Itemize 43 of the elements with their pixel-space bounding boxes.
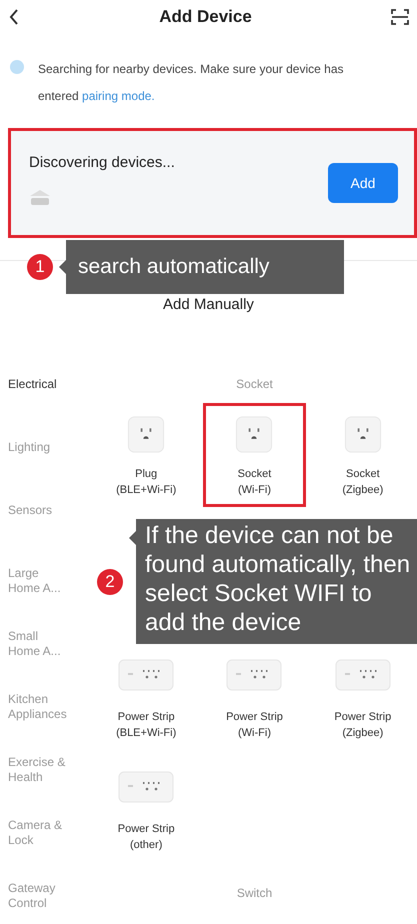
device-name: Power Strip (BLE+Wi-Fi) <box>116 710 176 741</box>
power-strip-icon <box>118 771 174 803</box>
power-strip-icon <box>226 659 282 691</box>
step-number-badge: 2 <box>97 568 123 594</box>
category-item[interactable]: Camera & Lock <box>8 818 78 881</box>
callout-text: If the device can not be found automatically, then select Socket WIFI to add the device <box>129 519 417 644</box>
callout-text: search automatically <box>59 240 344 294</box>
category-heading: Switch <box>236 886 274 902</box>
device-name: Power Strip (Zigbee) <box>334 710 392 741</box>
device-tile[interactable]: Power Strip (Zigbee) <box>312 656 414 756</box>
category-item[interactable]: Small Home A... <box>8 629 78 692</box>
back-icon[interactable] <box>8 8 20 26</box>
power-strip-icon <box>118 659 174 691</box>
device-name: Socket (Zigbee) <box>342 467 384 498</box>
add-button[interactable]: Add <box>328 163 398 203</box>
section-title: Add Manually <box>162 295 255 313</box>
pairing-mode-link[interactable]: pairing mode. <box>82 89 155 103</box>
search-notice: Searching for nearby devices. Make sure your device has entered pairing mode. <box>38 61 344 105</box>
device-tile[interactable]: Socket (Wi-Fi) <box>203 403 306 507</box>
category-item[interactable]: Kitchen Appliances <box>8 692 78 755</box>
device-tile[interactable]: Socket (Zigbee) <box>312 403 414 507</box>
scan-icon[interactable] <box>391 8 409 26</box>
category-item[interactable]: Exercise & Health <box>8 755 78 818</box>
category-item[interactable]: Gateway Control <box>8 881 78 911</box>
category-item[interactable]: Electrical <box>8 377 78 440</box>
category-item[interactable]: Lighting <box>8 440 78 503</box>
category-heading: Socket <box>235 377 274 393</box>
hub-icon <box>29 189 51 207</box>
discovery-title: Discovering devices... <box>29 154 175 171</box>
loading-icon <box>10 60 24 74</box>
device-name: Plug (BLE+Wi-Fi) <box>116 467 176 498</box>
device-name: Power Strip (Wi-Fi) <box>226 710 283 741</box>
power-strip-icon <box>334 659 391 691</box>
page-title: Add Device <box>159 7 252 27</box>
device-tile[interactable]: Plug (BLE+Wi-Fi) <box>95 403 198 507</box>
step-number-badge: 1 <box>27 254 53 280</box>
device-tile[interactable]: Power Strip (other) <box>95 768 198 868</box>
device-name: Socket (Wi-Fi) <box>238 467 272 498</box>
category-item[interactable]: Large Home A... <box>8 566 78 629</box>
device-name: Power Strip (other) <box>118 822 175 853</box>
category-item[interactable]: Sensors <box>8 503 78 566</box>
device-tile[interactable]: Power Strip (BLE+Wi-Fi) <box>95 656 198 756</box>
device-tile[interactable]: Power Strip (Wi-Fi) <box>203 656 306 756</box>
